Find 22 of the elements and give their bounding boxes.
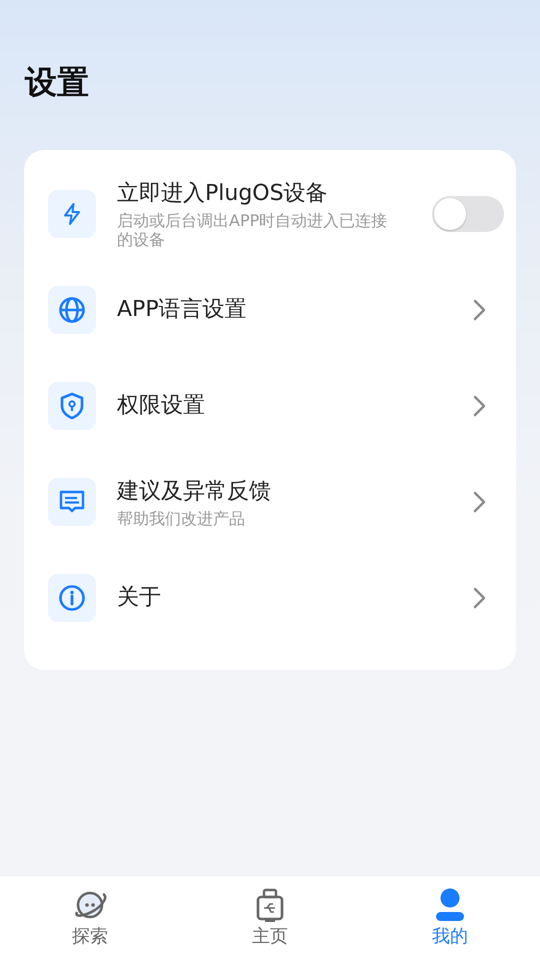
chevron-icon[interactable] <box>472 395 486 417</box>
chevron-icon[interactable] <box>472 299 486 321</box>
nav-tab[interactable]: 探索 <box>0 876 180 960</box>
setting-label: 立即进入PlugOS设备 <box>117 180 328 208</box>
device-icon <box>255 888 285 922</box>
setting-label: 建议及异常反馈 <box>117 478 271 506</box>
setting-label: 关于 <box>117 584 161 612</box>
toggle-switch[interactable] <box>432 196 504 232</box>
setting-label: APP语言设置 <box>117 296 247 324</box>
shield-icon <box>59 392 85 420</box>
page-title: 设置 <box>25 62 89 103</box>
person-icon <box>434 888 466 922</box>
nav-tab[interactable]: 我的 <box>360 876 540 960</box>
setting-description: 启动或后台调出APP时自动进入已连接的设备 <box>117 211 388 249</box>
setting-label: 权限设置 <box>117 392 205 420</box>
globe-icon <box>58 296 86 324</box>
info-icon <box>58 584 86 612</box>
chevron-icon[interactable] <box>472 587 486 609</box>
setting-description: 帮助我们改进产品 <box>117 508 245 528</box>
message-icon <box>59 490 85 514</box>
chevron-icon[interactable] <box>472 491 486 513</box>
nav-tab[interactable]: 主页 <box>180 876 360 960</box>
